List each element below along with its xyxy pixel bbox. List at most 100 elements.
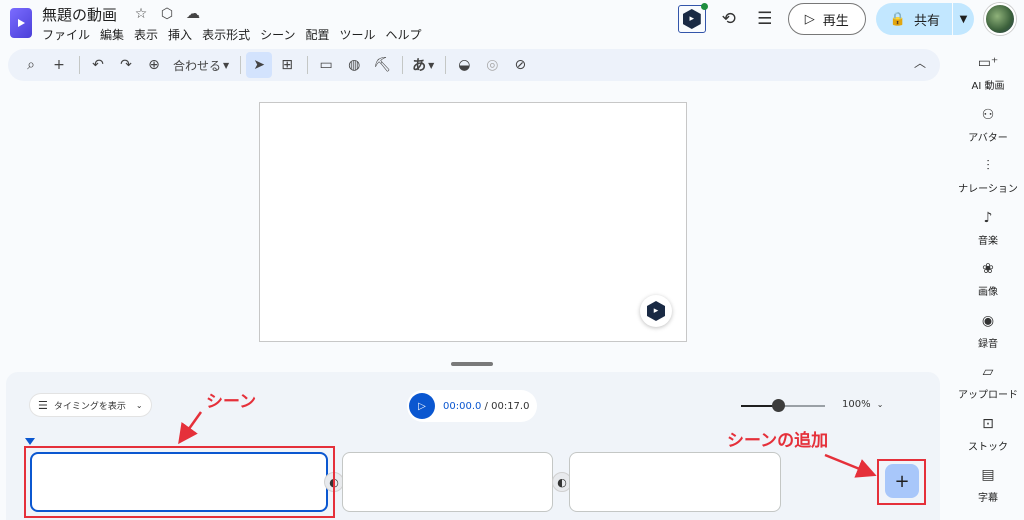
image-icon: ❀ [982,261,994,277]
extension-icon: ▸ [682,9,701,29]
annotation-box-scene [24,446,335,518]
playhead-marker[interactable] [25,438,35,445]
timeline-play-button[interactable]: ▷ [409,393,435,419]
document-title[interactable]: 無題の動画 [42,4,117,25]
comments-icon[interactable]: ☰ [752,6,778,32]
current-time: 00:00.0 [443,400,482,412]
scene-thumbnail-3[interactable] [569,452,781,512]
side-item-narration[interactable]: ⫶ ナレーション [952,153,1024,205]
timeline-zoom-slider[interactable] [741,399,825,412]
timing-toggle[interactable]: ☰ タイミングを表示 ⌄ [30,394,151,416]
menu-tools[interactable]: ツール [340,26,383,43]
redo-icon[interactable]: ↷ [113,52,139,78]
menu-insert[interactable]: 挿入 [168,26,199,43]
menu-format[interactable]: 表示形式 [202,26,257,43]
caret-down-icon: ▼ [223,60,230,70]
app-logo[interactable] [10,8,32,38]
side-item-ai-video[interactable]: ▭⁺ AI 動画 [952,50,1024,102]
menu-edit[interactable]: 編集 [100,26,131,43]
side-item-stock[interactable]: ⊡ ストック [952,411,1024,463]
zoom-dropdown[interactable]: 合わせる ▼ [169,52,233,78]
select-pointer-icon[interactable]: ➤ [246,52,273,78]
side-item-label: 画像 [978,287,998,298]
scene-thumbnail-2[interactable] [342,452,553,512]
star-icon[interactable]: ☆ [132,5,150,23]
zoom-slider-thumb[interactable] [772,399,786,412]
annotation-label-add-scene: シーンの追加 [727,431,829,451]
side-item-caption[interactable]: ▤ 字幕 [952,462,1024,514]
avatar-icon: ⚇ [981,106,995,123]
side-item-label: 字幕 [978,493,998,504]
image-icon[interactable]: ▭ [313,52,339,78]
side-item-label: 録音 [978,338,998,350]
menu-view[interactable]: 表示 [134,26,165,43]
share-dropdown[interactable]: ▼ [952,3,974,35]
play-button[interactable]: ▷ 再生 [787,3,866,35]
annotation-label-scene: シーン [206,392,257,412]
menu-scene[interactable]: シーン [260,26,302,43]
toolbar-divider [445,56,447,74]
timeline-zoom-dropdown[interactable]: 100% ⌄ [842,399,883,410]
play-icon: ▷ [804,11,815,27]
chevron-down-icon: ⌄ [876,400,884,409]
side-item-avatar[interactable]: ⚇ アバター [952,102,1024,154]
music-icon: ♪ [983,209,993,226]
background-icon[interactable]: ◍ [341,52,367,78]
assistant-button[interactable]: ▸ [640,295,672,327]
zoom-icon[interactable]: ⊕ [141,52,167,78]
extension-button[interactable]: ▸ [677,3,708,33]
time-separator: / [481,400,492,412]
effects-icon[interactable]: ⊘ [507,52,533,78]
side-item-label: ストック [968,441,1008,453]
cloud-status-icon[interactable]: ☁ [184,5,202,23]
side-item-upload[interactable]: ▱ アップロード [952,359,1024,411]
add-icon[interactable]: + [46,52,72,78]
undo-icon[interactable]: ↶ [85,52,111,78]
play-logo-icon [18,19,25,27]
share-button[interactable]: 🔒 共有 ▼ [875,3,974,35]
title-icons: ☆ ⬡ ☁ [132,5,202,23]
text-style-label: あ [412,58,427,74]
text-style-dropdown[interactable]: あ ▼ [408,52,438,78]
menu-arrange[interactable]: 配置 [305,26,336,43]
toolbar-divider [240,56,242,74]
header-actions: ▸ ⟲ ☰ ▷ 再生 🔒 共有 ▼ [677,3,1016,35]
lock-icon: 🔒 [889,11,906,27]
side-item-label: ナレーション [958,184,1018,195]
toolbar-divider [307,56,309,74]
side-item-record[interactable]: ◉ 録音 [952,308,1024,360]
paint-format-icon[interactable]: ⛏ [369,52,395,78]
move-to-folder-icon[interactable]: ⬡ [158,5,176,23]
assistant-icon: ▸ [647,301,665,321]
menu-bar: ファイル 編集 表示 挿入 表示形式 シーン 配置 ツール ヘルプ [42,26,432,43]
stock-icon: ⊡ [982,415,994,432]
upload-icon: ▱ [982,364,994,380]
record-icon: ◉ [981,312,995,329]
history-icon[interactable]: ⟲ [716,6,742,32]
toolbar-divider [79,56,80,74]
scene-canvas[interactable]: ▸ [259,102,687,342]
share-main[interactable]: 🔒 共有 [876,3,952,35]
toolbar-divider [402,56,404,74]
fill-color-icon[interactable]: ◒ [451,52,477,78]
timing-toggle-label: タイミングを表示 [53,401,126,412]
chevron-down-icon: ⌄ [135,400,143,410]
menu-help[interactable]: ヘルプ [386,26,429,43]
side-item-image[interactable]: ❀ 画像 [952,256,1024,308]
zoom-dropdown-label: 合わせる [173,58,222,73]
search-icon[interactable]: ⌕ [18,52,44,78]
avatar[interactable] [984,3,1016,35]
zoom-percent: 100% [842,399,871,410]
caret-down-icon: ▼ [428,60,435,70]
side-item-music[interactable]: ♪ 音楽 [952,205,1024,257]
share-button-label: 共有 [913,13,940,29]
side-item-label: アップロード [958,390,1018,401]
border-color-icon[interactable]: ◎ [479,52,505,78]
status-dot [700,3,708,10]
collapse-toolbar-icon[interactable]: ︿ [914,54,926,71]
menu-file[interactable]: ファイル [42,26,97,43]
text-box-icon[interactable]: ⊞ [274,52,300,78]
caption-icon: ▤ [981,467,995,483]
side-item-label: 音楽 [978,235,998,247]
resize-handle[interactable] [451,362,493,366]
